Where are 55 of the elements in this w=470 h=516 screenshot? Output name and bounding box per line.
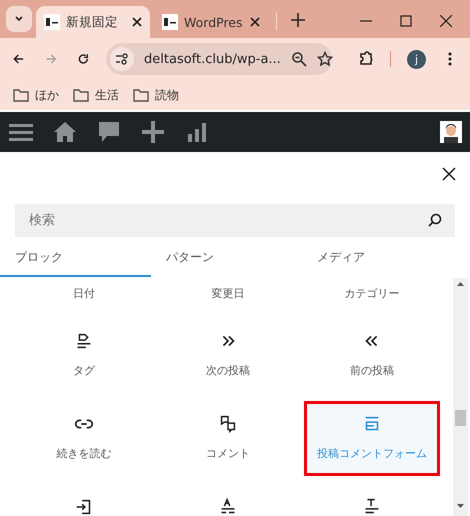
zoom-icon[interactable] <box>290 51 307 67</box>
scroll-thumb[interactable] <box>455 410 466 426</box>
close-icon[interactable] <box>250 17 260 27</box>
bookmark-label: 読物 <box>155 86 179 104</box>
site-settings-icon[interactable] <box>110 47 134 71</box>
block-item[interactable]: 投稿コメントフォーム <box>304 401 440 476</box>
block-label: 日付 <box>73 286 95 302</box>
site-favicon-icon <box>162 14 178 30</box>
tab-list-button[interactable] <box>6 6 32 32</box>
block-label: 投稿コメントフォーム <box>317 446 427 462</box>
search-icon[interactable] <box>427 212 443 228</box>
folder-icon <box>133 88 149 102</box>
block-item[interactable]: 日付 <box>16 277 152 310</box>
close-icon[interactable] <box>132 17 142 27</box>
block-item[interactable]: カテゴリー <box>304 277 440 310</box>
block-item[interactable]: タグ <box>16 318 152 393</box>
close-icon[interactable] <box>440 15 452 27</box>
puzzle-icon[interactable] <box>358 51 374 67</box>
block-item[interactable]: 続きを読む <box>16 401 152 476</box>
block-label: カテゴリー <box>344 286 400 302</box>
chevron-down-icon <box>14 14 24 24</box>
search-field[interactable]: 検索 <box>15 204 455 237</box>
block-item[interactable]: コメント <box>160 401 296 476</box>
plus-icon[interactable] <box>140 119 166 145</box>
bookmark-folder[interactable]: 生活 <box>73 86 119 104</box>
close-icon[interactable] <box>442 167 456 181</box>
new-tab-icon[interactable] <box>291 13 305 27</box>
maximize-icon[interactable] <box>400 15 412 27</box>
site-favicon-icon <box>44 14 60 30</box>
inserter-tab[interactable]: パターン <box>151 240 302 277</box>
block-item[interactable]: 変更日 <box>160 277 296 310</box>
block-item[interactable]: 次の投稿 <box>160 318 296 393</box>
scrollbar[interactable] <box>453 278 468 516</box>
star-icon[interactable] <box>316 51 333 67</box>
bookmark-label: ほか <box>35 86 59 104</box>
block-item[interactable]: 前の投稿 <box>304 318 440 393</box>
folder-icon <box>13 88 29 102</box>
profile-avatar[interactable]: j <box>407 50 426 68</box>
block-label: コメント <box>206 446 250 462</box>
tab-title: 新規固定 <box>66 14 119 30</box>
browser-tab[interactable]: WordPres <box>154 6 268 38</box>
block-label: 続きを読む <box>56 446 112 462</box>
inserter-tab[interactable]: メディア <box>302 240 453 277</box>
block-label: 次の投稿 <box>206 363 250 379</box>
bookmark-folder[interactable]: 読物 <box>133 86 179 104</box>
bookmark-label: 生活 <box>95 86 119 104</box>
block-label: タグ <box>73 363 95 379</box>
block-label: 変更日 <box>212 286 244 302</box>
block-label: 前の投稿 <box>350 363 394 379</box>
bookmark-folder[interactable]: ほか <box>13 86 59 104</box>
browser-tab[interactable]: 新規固定 <box>36 6 150 38</box>
tab-title: WordPres <box>184 14 244 30</box>
inserter-tab[interactable]: ブロック <box>0 240 151 277</box>
folder-icon <box>73 88 89 102</box>
home-icon[interactable] <box>52 119 78 145</box>
